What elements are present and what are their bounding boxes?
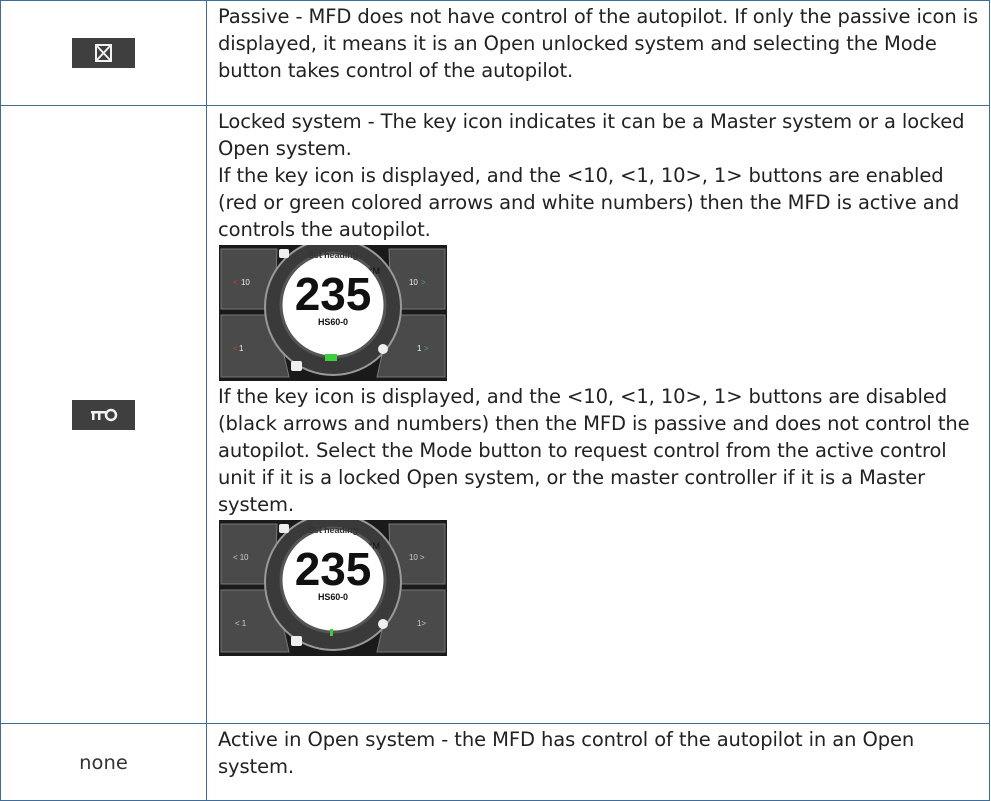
set-heading-label: Set heading [308, 250, 358, 260]
description-cell: Locked system - The key icon indicates i… [206, 105, 990, 724]
key-icon [72, 399, 135, 430]
autopilot-status-table: Passive - MFD does not have control of t… [0, 0, 990, 801]
table-row-passive: Passive - MFD does not have control of t… [0, 0, 990, 106]
enabled-description: If the key icon is displayed, and the <1… [218, 164, 960, 241]
autopilot-model: HS60-0 [318, 592, 348, 602]
passive-x-icon-graphic [95, 44, 112, 62]
no-icon-label: none [79, 750, 128, 774]
button-label-port-1: < 1 [235, 619, 247, 628]
svg-text:>: > [421, 278, 426, 287]
autopilot-screen-enabled: Set heading 235 °M HS60-0 < 10 10 > < 1 … [219, 245, 447, 381]
key-icon-graphic [91, 408, 118, 421]
description-cell: Passive - MFD does not have control of t… [206, 0, 990, 106]
return-icon [279, 249, 289, 258]
button-label-port-1: 1 [239, 344, 244, 353]
nfu-icon [378, 344, 388, 354]
table-row-active-open: none Active in Open system - the MFD has… [0, 723, 990, 801]
heading-value: 235 [295, 543, 371, 595]
locked-description: Locked system - The key icon indicates i… [218, 110, 965, 160]
passive-x-icon [72, 38, 135, 68]
icon-cell [0, 105, 207, 724]
rudder-indicator [325, 354, 337, 361]
button-label-starboard-1: 1 [417, 344, 422, 353]
icon-cell [0, 0, 207, 106]
passive-description: Passive - MFD does not have control of t… [218, 5, 979, 82]
heading-unit: °M [369, 541, 380, 551]
autopilot-model: HS60-0 [318, 317, 348, 327]
icon-cell: none [0, 723, 207, 801]
autopilot-screen-disabled: Set heading 235 °M HS60-0 < 10 10 > < 1 … [219, 520, 447, 656]
table-row-locked: Locked system - The key icon indicates i… [0, 105, 990, 724]
rudder-indicator [330, 629, 333, 636]
disabled-description: If the key icon is displayed, and the <1… [218, 385, 970, 516]
svg-text:<: < [233, 278, 238, 287]
rudder-icon [291, 361, 302, 371]
svg-text:<: < [233, 344, 238, 353]
heading-value: 235 [295, 268, 371, 320]
button-label-starboard-1: 1> [417, 619, 426, 628]
button-label-starboard-10: 10 > [409, 553, 425, 562]
button-label-starboard-10: 10 [409, 278, 418, 287]
button-label-port-10: < 10 [233, 553, 249, 562]
description-cell: Active in Open system - the MFD has cont… [206, 723, 990, 801]
button-label-port-10: 10 [241, 278, 250, 287]
nfu-icon [378, 619, 388, 629]
return-icon [279, 524, 289, 533]
active-open-description: Active in Open system - the MFD has cont… [218, 728, 915, 778]
set-heading-label: Set heading [308, 525, 358, 535]
heading-unit: °M [369, 266, 380, 276]
svg-text:>: > [424, 344, 429, 353]
rudder-icon [291, 636, 302, 646]
